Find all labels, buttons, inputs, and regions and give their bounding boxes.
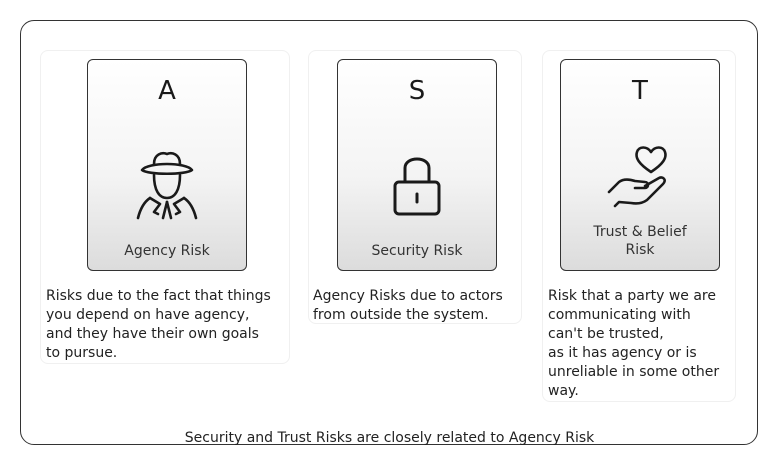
card-label: Security Risk [371, 243, 463, 259]
agency-risk-card: A Agency Risk [87, 59, 247, 271]
agency-risk-description: Risks due to the fact that things you de… [46, 288, 271, 361]
heart-in-hand-icon [561, 142, 719, 210]
security-risk-description: Agency Risks due to actors from outside … [313, 288, 503, 323]
card-letter: A [158, 76, 176, 106]
diagram-caption: Security and Trust Risks are closely rel… [184, 430, 595, 446]
card-label: Agency Risk [124, 243, 210, 259]
padlock-icon [338, 152, 496, 218]
trust-belief-risk-description: Risk that a party we are communicating w… [548, 288, 720, 399]
card-label: Trust & Belief Risk [593, 224, 687, 258]
card-letter: S [408, 76, 426, 106]
trust-belief-risk-card: T Trust & Belief Risk [560, 59, 720, 271]
security-risk-card: S Security Risk [337, 59, 497, 271]
card-letter: T [632, 76, 648, 106]
spy-agent-icon [88, 148, 246, 220]
